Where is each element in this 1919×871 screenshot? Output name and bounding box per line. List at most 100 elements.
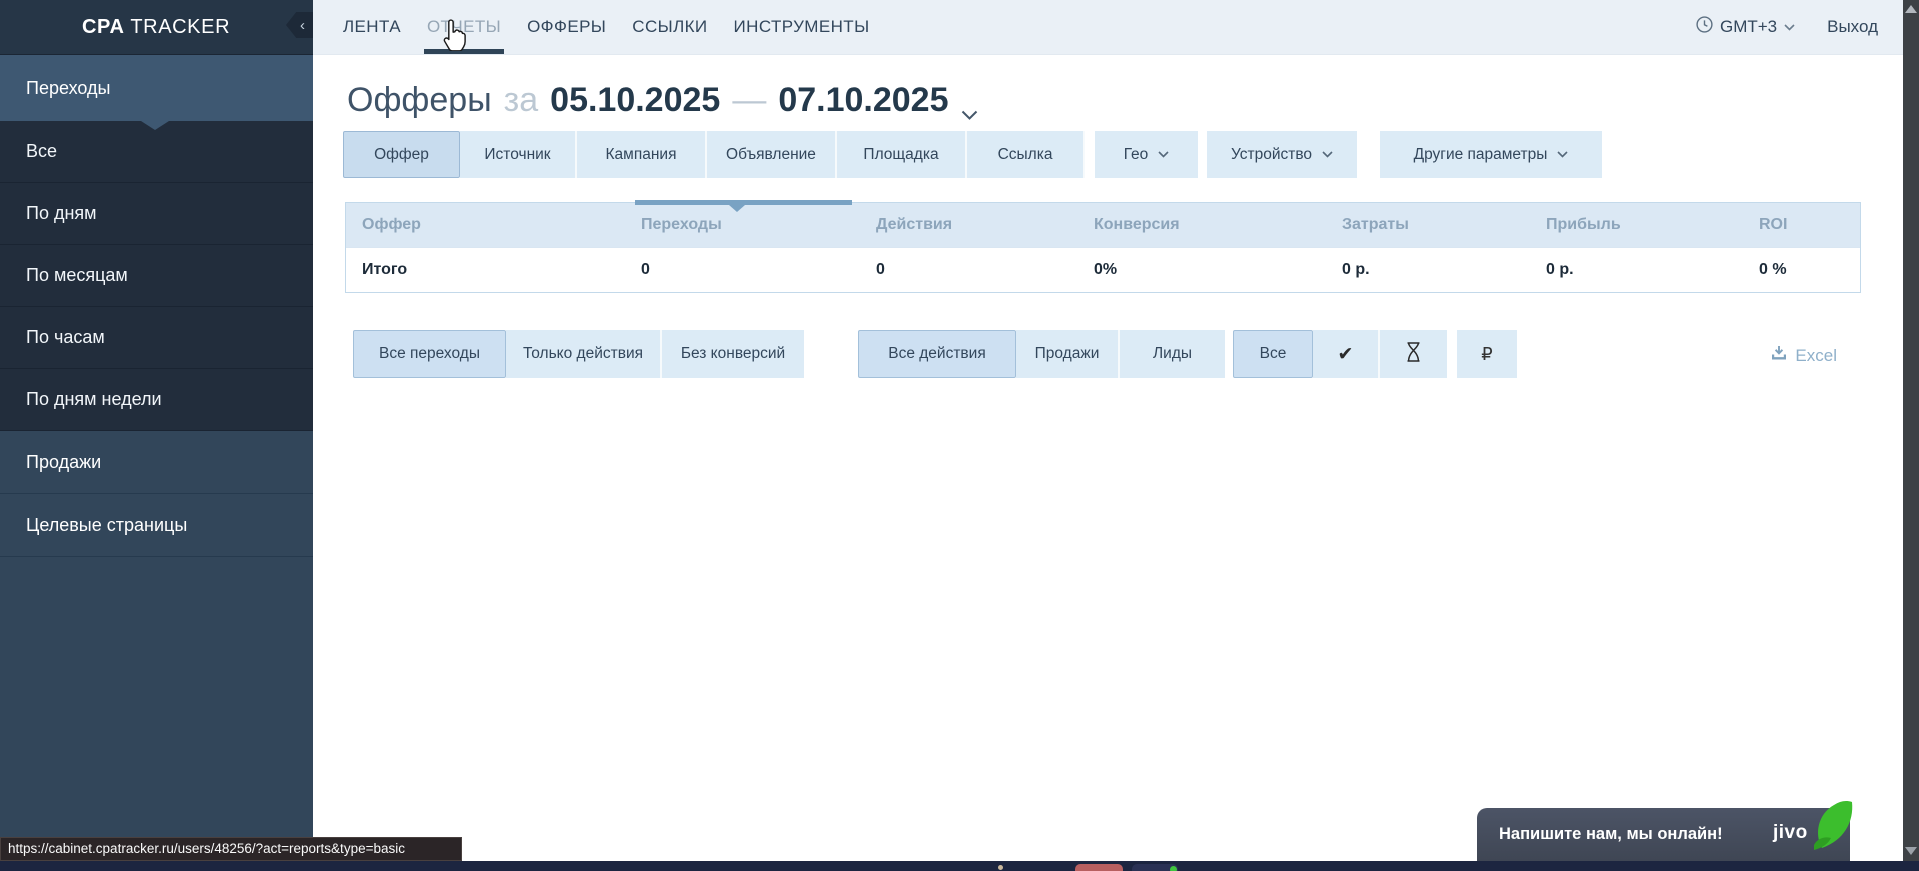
- filter-status-pending[interactable]: [1380, 330, 1447, 378]
- tab-label: Ссылка: [998, 146, 1053, 164]
- sidebar-item-po-mesyatsam[interactable]: По месяцам: [0, 245, 313, 307]
- table-row-total: Итого 0 0 0% 0 р. 0 р. 0 %: [346, 247, 1860, 292]
- date-range-chevron-icon[interactable]: [961, 91, 978, 130]
- column-header-offer[interactable]: Оффер: [346, 216, 625, 234]
- tab-label: Площадка: [863, 146, 938, 164]
- chevron-down-icon: [1158, 151, 1169, 158]
- date-dash: —: [732, 81, 766, 120]
- filter-prodazhi[interactable]: Продажи: [1016, 330, 1120, 378]
- nav-lenta[interactable]: ЛЕНТА: [343, 0, 401, 54]
- nav-ssylki[interactable]: ССЫЛКИ: [632, 0, 707, 54]
- filter-status-vse[interactable]: Все: [1233, 330, 1313, 378]
- filter-lidy[interactable]: Лиды: [1120, 330, 1225, 378]
- sidebar-item-tselevye-stranitsy[interactable]: Целевые страницы: [0, 494, 313, 557]
- filter-label: Только действия: [523, 345, 643, 363]
- nav-label: ОФФЕРЫ: [527, 17, 606, 37]
- tab-ploshchadka[interactable]: Площадка: [837, 131, 967, 178]
- column-header-konversiya[interactable]: Конверсия: [1078, 216, 1326, 234]
- chevron-down-icon: [1784, 24, 1795, 31]
- sidebar-item-label: Переходы: [26, 78, 110, 99]
- date-to[interactable]: 07.10.2025: [778, 81, 948, 120]
- hourglass-icon: [1406, 342, 1421, 367]
- timezone-value: GMT+3: [1720, 17, 1777, 37]
- sidebar-item-po-chasam[interactable]: По часам: [0, 307, 313, 369]
- app-logo: CPA TRACKER: [82, 16, 230, 39]
- tab-label: Источник: [484, 146, 550, 164]
- column-header-perehody[interactable]: Переходы: [625, 216, 860, 234]
- filter-row: Все переходы Только действия Без конверс…: [353, 330, 1517, 378]
- tab-kampaniya[interactable]: Кампания: [577, 131, 707, 178]
- nav-label: ЛЕНТА: [343, 17, 401, 37]
- table-header-row: Оффер Переходы Действия Конверсия Затрат…: [346, 203, 1860, 247]
- dropdown-geo[interactable]: Гео: [1095, 131, 1198, 178]
- filter-currency-rub[interactable]: ₽: [1457, 330, 1517, 378]
- scroll-down-arrow-icon[interactable]: [1905, 847, 1917, 855]
- column-header-deystviya[interactable]: Действия: [860, 216, 1078, 234]
- cell-label: Итого: [346, 261, 625, 279]
- column-header-roi[interactable]: ROI: [1743, 216, 1860, 234]
- sidebar-item-label: По месяцам: [26, 265, 128, 286]
- logo-rest: TRACKER: [125, 16, 231, 38]
- filter-label: Продажи: [1035, 345, 1100, 363]
- cell-deystviya: 0: [860, 261, 1078, 279]
- tab-label: Кампания: [606, 146, 677, 164]
- cell-pribyl: 0 р.: [1530, 261, 1743, 279]
- nav-label: ИНСТРУМЕНТЫ: [734, 17, 870, 37]
- scroll-up-arrow-icon[interactable]: [1905, 5, 1917, 13]
- nav-instrumenty[interactable]: ИНСТРУМЕНТЫ: [734, 0, 870, 54]
- sidebar-item-prodazhi[interactable]: Продажи: [0, 431, 313, 494]
- jivo-chat-widget[interactable]: Напишите нам, мы онлайн! jivo: [1477, 808, 1850, 861]
- report-preposition: за: [504, 81, 539, 120]
- taskbar-sliver: [0, 861, 1919, 871]
- excel-export-link[interactable]: Excel: [1771, 345, 1837, 366]
- filter-label: Все переходы: [379, 345, 480, 363]
- sidebar-item-label: По часам: [26, 327, 105, 348]
- tab-label: Объявление: [726, 146, 816, 164]
- filter-vse-deystviya[interactable]: Все действия: [858, 330, 1016, 378]
- timezone-dropdown[interactable]: GMT+3: [1696, 16, 1795, 38]
- chat-message: Напишите нам, мы онлайн!: [1499, 808, 1723, 861]
- jivo-leaf-icon: [1808, 800, 1854, 852]
- report-table: Оффер Переходы Действия Конверсия Затрат…: [345, 202, 1861, 293]
- topbar-right: GMT+3 Выход: [1696, 16, 1878, 38]
- taskbar-red-pill: [1075, 864, 1123, 871]
- column-header-zatraty[interactable]: Затраты: [1326, 216, 1530, 234]
- date-from[interactable]: 05.10.2025: [550, 81, 720, 120]
- sidebar-item-po-dnyam-nedeli[interactable]: По дням недели: [0, 369, 313, 431]
- filter-status-approved[interactable]: ✔: [1313, 330, 1380, 378]
- chevron-down-icon: [1322, 151, 1333, 158]
- filter-bez-konversiy[interactable]: Без конверсий: [662, 330, 804, 378]
- dropdown-label: Устройство: [1231, 146, 1312, 164]
- tab-ssylka[interactable]: Ссылка: [967, 131, 1085, 178]
- filter-vse-perehody[interactable]: Все переходы: [353, 330, 506, 378]
- tab-istochnik[interactable]: Источник: [460, 131, 577, 178]
- main-nav: ЛЕНТА ОТЧЕТЫ ОФФЕРЫ ССЫЛКИ ИНСТРУМЕНТЫ: [343, 0, 870, 54]
- jivo-logo: jivo: [1773, 822, 1808, 844]
- download-icon: [1771, 345, 1787, 366]
- filter-tolko-deystviya[interactable]: Только действия: [506, 330, 662, 378]
- taskbar-green-dot: [1170, 866, 1177, 871]
- logo-bold: CPA: [82, 16, 125, 38]
- cell-zatraty: 0 р.: [1326, 261, 1530, 279]
- column-header-pribyl[interactable]: Прибыль: [1530, 216, 1743, 234]
- sidebar-collapse-button[interactable]: ‹: [286, 12, 313, 38]
- dropdown-label: Гео: [1124, 146, 1149, 164]
- sidebar-item-label: Продажи: [26, 452, 101, 473]
- filter-label: Все: [1260, 345, 1287, 363]
- vertical-scrollbar[interactable]: [1903, 0, 1919, 871]
- dropdown-ustroystvo[interactable]: Устройство: [1207, 131, 1357, 178]
- sidebar: CPA TRACKER ‹ Переходы Все По дням По ме…: [0, 0, 313, 871]
- sidebar-item-po-dnyam[interactable]: По дням: [0, 183, 313, 245]
- sidebar-item-perehody[interactable]: Переходы: [0, 55, 313, 121]
- chevron-down-icon: [1557, 151, 1568, 158]
- logout-link[interactable]: Выход: [1827, 17, 1878, 37]
- sidebar-item-vse[interactable]: Все: [0, 121, 313, 183]
- sidebar-submenu: Все По дням По месяцам По часам По дням …: [0, 121, 313, 431]
- mouse-cursor-hand-icon: [441, 18, 469, 56]
- main-content: Офферы за 05.10.2025 — 07.10.2025 Оффер …: [313, 55, 1903, 871]
- dropdown-drugie-parametry[interactable]: Другие параметры: [1380, 131, 1602, 178]
- tab-obyavlenie[interactable]: Объявление: [707, 131, 837, 178]
- nav-offery[interactable]: ОФФЕРЫ: [527, 0, 606, 54]
- filter-label: Лиды: [1153, 345, 1192, 363]
- tab-offer[interactable]: Оффер: [343, 131, 460, 178]
